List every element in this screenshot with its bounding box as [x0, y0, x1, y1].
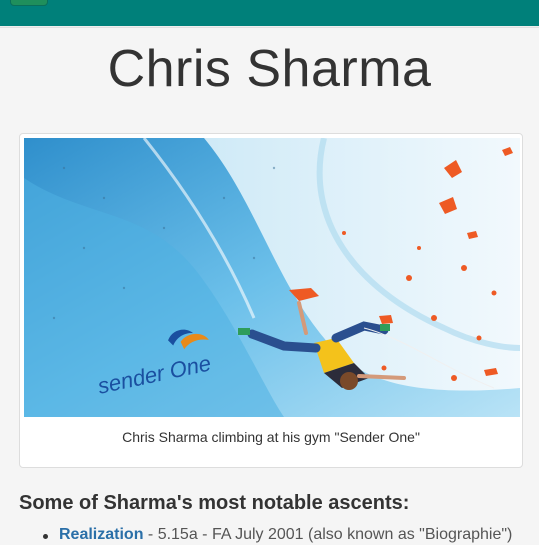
top-navbar	[0, 0, 539, 26]
page-title: Chris Sharma	[107, 40, 432, 98]
ascents-heading: Some of Sharma's most notable ascents:	[19, 492, 410, 514]
list-item: Realization - 5.15a - FA July 2001 (also…	[43, 526, 513, 544]
climber-photo: sender One	[24, 138, 520, 417]
ascent-details: - 5.15a - FA July 2001 (also known as "B…	[143, 526, 513, 543]
bullet-icon	[43, 534, 48, 539]
hamburger-icon[interactable]	[10, 0, 48, 6]
figure-card: sender One Chris Sharma climbing at his …	[19, 133, 523, 468]
ascent-link-realization[interactable]: Realization	[59, 526, 143, 543]
figure-caption: Chris Sharma climbing at his gym "Sender…	[122, 429, 420, 445]
ascent-list: Realization - 5.15a - FA July 2001 (also…	[0, 526, 512, 544]
